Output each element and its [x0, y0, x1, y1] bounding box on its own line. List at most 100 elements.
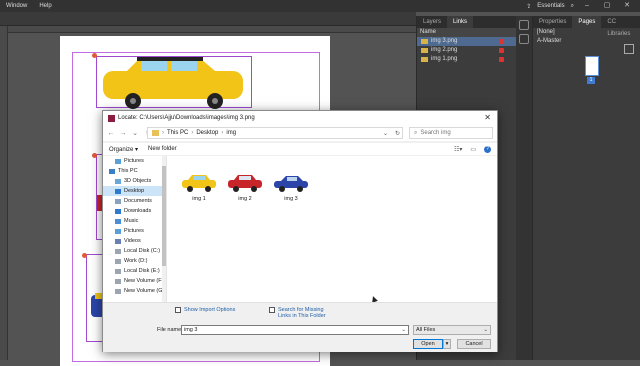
refresh-icon[interactable]: ↻	[395, 130, 400, 137]
file-name-input[interactable]: img 3 ⌄	[181, 325, 409, 335]
file-type-select[interactable]: All Files ⌄	[413, 325, 491, 335]
search-icon: ⌕	[414, 129, 418, 136]
link-row[interactable]: img 3.png	[417, 37, 516, 46]
open-button[interactable]: Open	[413, 339, 443, 349]
file-name: img 1	[192, 196, 206, 202]
tab-pages[interactable]: Pages	[572, 16, 602, 28]
share-icon[interactable]: ⇪	[526, 3, 531, 10]
nav-item-label: Documents	[124, 198, 152, 204]
link-row[interactable]: img 1.png	[417, 55, 516, 64]
search-input[interactable]: ⌕ Search img	[409, 127, 493, 139]
nav-item-label: Local Disk (C:)	[124, 248, 161, 254]
documents-icon	[115, 198, 121, 204]
image-thumb-icon	[421, 48, 428, 53]
page-number: 1	[587, 77, 595, 84]
control-bar	[0, 12, 416, 26]
nav-item-label: New Volume (G:	[124, 288, 165, 294]
menu-window[interactable]: Window	[0, 3, 33, 9]
tab-layers[interactable]: Layers	[417, 16, 447, 28]
nav-item-label: Desktop	[124, 188, 145, 194]
link-row[interactable]: img 2.png	[417, 46, 516, 55]
file-list: img 1 img 2 img 3	[167, 156, 497, 303]
show-import-options-checkbox[interactable]: Show Import Options	[175, 307, 235, 313]
tab-links[interactable]: Links	[447, 16, 474, 28]
nav-item-pictures-2[interactable]: Pictures	[103, 226, 166, 236]
scrollbar-thumb[interactable]	[162, 166, 166, 266]
nav-scrollbar[interactable]	[162, 156, 166, 302]
nav-item-disk-d[interactable]: Work (D:)	[103, 256, 166, 266]
locate-file-dialog: Locate: C:\Users\Ajju\Downloads\images\i…	[102, 110, 498, 352]
file-item[interactable]: img 3	[271, 172, 311, 202]
back-arrow-icon[interactable]: ←	[107, 130, 115, 137]
help-icon[interactable]: ?	[484, 145, 491, 153]
new-folder-button[interactable]: New folder	[148, 146, 177, 152]
file-item[interactable]: img 1	[179, 172, 219, 202]
menu-help[interactable]: Help	[33, 3, 57, 9]
workspace-switcher[interactable]: Essentials	[537, 3, 564, 9]
menu-bar: Window Help ⇪ Essentials ⌕ – ▢ ✕	[0, 0, 640, 12]
nav-item-disk-e[interactable]: Local Disk (E:)	[103, 266, 166, 276]
link-name: img 1.png	[431, 56, 458, 62]
nav-item-desktop[interactable]: Desktop	[103, 186, 166, 196]
checkbox-box[interactable]	[175, 307, 181, 313]
drive-icon	[115, 258, 121, 264]
cancel-button[interactable]: Cancel	[457, 339, 491, 349]
nav-item-label: Pictures	[124, 158, 144, 164]
file-name: img 3	[284, 196, 298, 202]
tab-properties[interactable]: Properties	[533, 16, 572, 28]
nav-item-downloads[interactable]: Downloads	[103, 206, 166, 216]
file-item[interactable]: img 2	[225, 172, 265, 202]
chevron-down-icon[interactable]: ⌄	[483, 326, 488, 334]
layers-icon[interactable]	[519, 20, 529, 30]
breadcrumb-img[interactable]: img	[226, 130, 236, 136]
breadcrumb-separator-icon: ›	[162, 130, 164, 136]
minimize-icon[interactable]: –	[580, 1, 594, 11]
video-icon	[115, 238, 121, 244]
maximize-icon[interactable]: ▢	[600, 1, 614, 11]
view-options-icon[interactable]: ☷▾	[454, 146, 462, 153]
navigation-pane: Pictures This PC 3D Objects Desktop Docu…	[103, 156, 167, 302]
checkbox-label: Search for Missing Links in This Folder	[278, 307, 326, 319]
dialog-titlebar: Locate: C:\Users\Ajju\Downloads\images\i…	[103, 111, 497, 125]
page-thumbnail[interactable]	[585, 56, 599, 76]
recent-dropdown-icon[interactable]: ⌄	[131, 129, 139, 137]
address-bar[interactable]: › This PC › Desktop › img ⌄ ↻	[147, 127, 403, 139]
chevron-down-icon[interactable]: ⌄	[401, 326, 406, 334]
pages-panel: Properties Pages CC Libraries [None] A-M…	[532, 16, 640, 360]
master-thumb[interactable]	[624, 44, 634, 54]
open-dropdown-button[interactable]: ▾	[443, 339, 451, 349]
nav-item-label: New Volume (F:)	[124, 278, 165, 284]
breadcrumb-this-pc[interactable]: This PC	[167, 130, 188, 136]
drive-icon	[115, 268, 121, 274]
nav-item-documents[interactable]: Documents	[103, 196, 166, 206]
links-icon[interactable]	[519, 34, 529, 44]
computer-icon	[109, 168, 115, 174]
nav-item-videos[interactable]: Videos	[103, 236, 166, 246]
nav-item-this-pc[interactable]: This PC	[103, 166, 166, 176]
tab-cc-libraries[interactable]: CC Libraries	[601, 16, 640, 37]
nav-item-music[interactable]: Music	[103, 216, 166, 226]
nav-item-disk-c[interactable]: Local Disk (C:)	[103, 246, 166, 256]
close-window-icon[interactable]: ✕	[620, 1, 634, 11]
close-icon[interactable]: ✕	[484, 113, 491, 122]
breadcrumb-desktop[interactable]: Desktop	[196, 130, 218, 136]
nav-item-pictures[interactable]: Pictures	[103, 156, 166, 166]
nav-item-disk-f[interactable]: New Volume (F:)	[103, 276, 166, 286]
organize-button[interactable]: Organize ▾	[109, 146, 138, 153]
blue-car-thumbnail	[272, 172, 310, 194]
forward-arrow-icon[interactable]: →	[119, 130, 127, 137]
nav-item-disk-g[interactable]: New Volume (G:	[103, 286, 166, 296]
preview-pane-icon[interactable]: ▭	[470, 146, 476, 153]
checkbox-box[interactable]	[269, 307, 275, 313]
search-missing-links-checkbox[interactable]: Search for Missing Links in This Folder	[269, 307, 333, 319]
open-label: Open	[421, 341, 435, 347]
cancel-label: Cancel	[465, 341, 483, 347]
links-column-header[interactable]: Name	[417, 28, 516, 37]
chevron-down-icon[interactable]: ⌄	[383, 130, 388, 137]
yellow-car-thumbnail	[180, 172, 218, 194]
image-frame-1[interactable]	[96, 56, 252, 109]
search-icon[interactable]: ⌕	[571, 3, 574, 10]
nav-item-3d-objects[interactable]: 3D Objects	[103, 176, 166, 186]
cube-icon	[115, 178, 121, 184]
nav-item-label: Local Disk (E:)	[124, 268, 160, 274]
